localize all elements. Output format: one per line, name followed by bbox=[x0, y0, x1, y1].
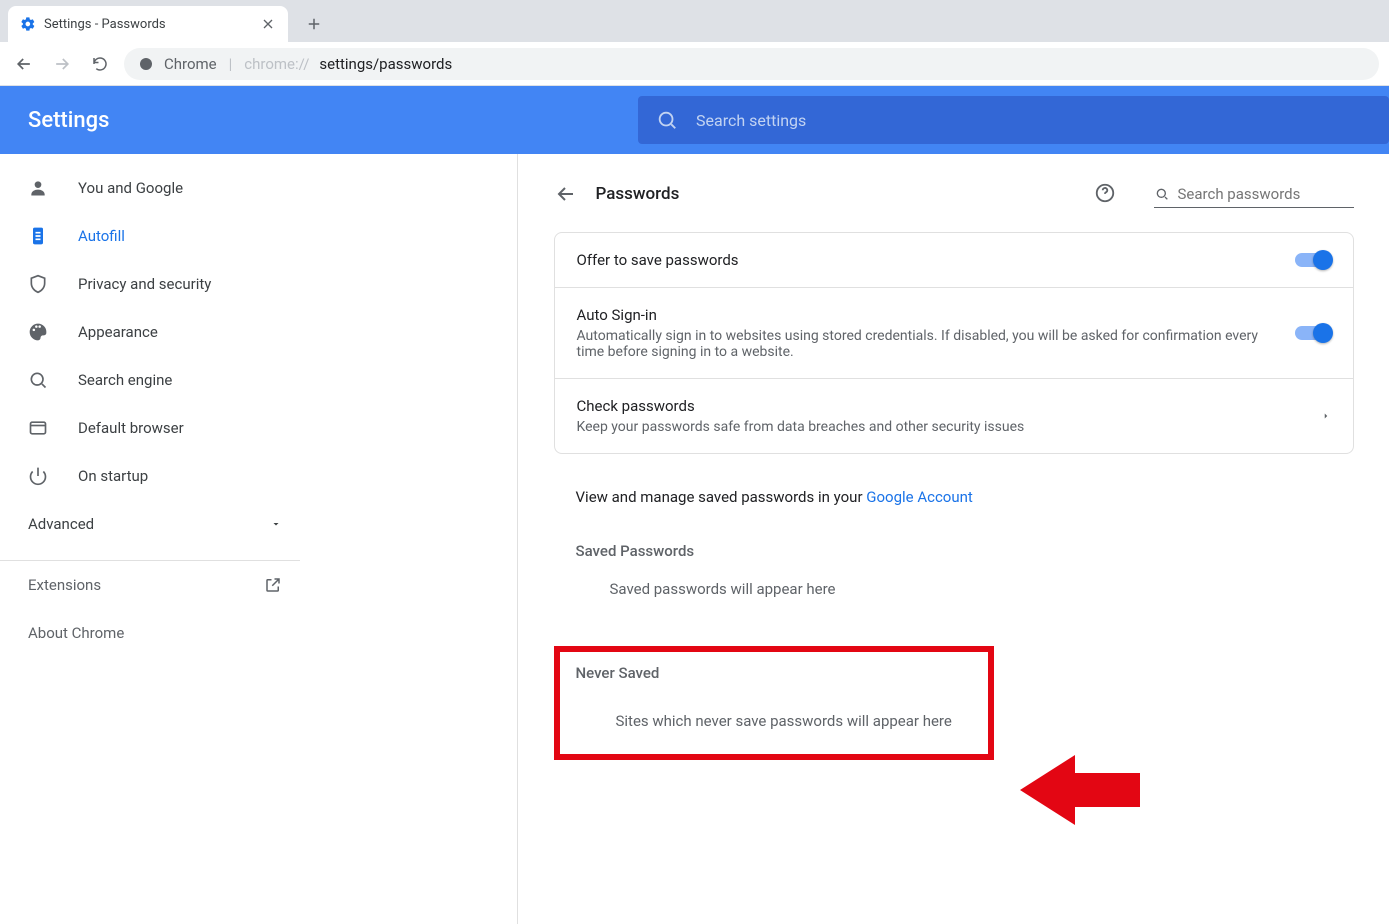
annotation-arrow bbox=[1020, 745, 1140, 835]
chevron-right-icon bbox=[1321, 411, 1331, 421]
search-icon bbox=[1154, 186, 1170, 202]
page-title: Settings bbox=[28, 108, 148, 133]
omnibox-path: settings/passwords bbox=[319, 55, 452, 73]
sidebar-item-autofill[interactable]: Autofill bbox=[0, 212, 517, 260]
sidebar-item-on-startup[interactable]: On startup bbox=[0, 452, 517, 500]
sidebar-item-you-and-google[interactable]: You and Google bbox=[0, 164, 517, 212]
settings-search-input[interactable] bbox=[696, 111, 1371, 130]
offer-label: Offer to save passwords bbox=[577, 251, 1279, 269]
omnibox-prefix: Chrome bbox=[164, 55, 217, 73]
settings-card: Offer to save passwords Auto Sign-in Aut… bbox=[554, 232, 1354, 454]
sidebar-item-about[interactable]: About Chrome bbox=[0, 609, 300, 657]
sidebar-label: On startup bbox=[78, 467, 148, 485]
never-saved-empty: Sites which never save passwords will ap… bbox=[576, 712, 972, 730]
check-sub: Keep your passwords safe from data breac… bbox=[577, 419, 1305, 435]
address-bar[interactable]: Chrome | chrome:// settings/passwords bbox=[124, 48, 1379, 80]
row-auto-signin: Auto Sign-in Automatically sign in to we… bbox=[555, 288, 1353, 379]
sidebar-label: You and Google bbox=[78, 179, 183, 197]
row-offer-save: Offer to save passwords bbox=[555, 233, 1353, 288]
tab-title: Settings - Passwords bbox=[44, 17, 252, 32]
sidebar-label: Appearance bbox=[78, 323, 158, 341]
browser-icon bbox=[28, 418, 48, 438]
tab-strip: Settings - Passwords bbox=[0, 0, 1389, 42]
browser-toolbar: Chrome | chrome:// settings/passwords bbox=[0, 42, 1389, 86]
main-content: Passwords Offer to save passwords Auto S… bbox=[518, 154, 1389, 924]
chrome-icon bbox=[138, 56, 154, 72]
offer-toggle[interactable] bbox=[1295, 253, 1331, 267]
sidebar-label: Autofill bbox=[78, 227, 125, 245]
extensions-label: Extensions bbox=[28, 576, 101, 594]
sidebar-label: Search engine bbox=[78, 371, 172, 389]
new-tab-button[interactable] bbox=[300, 10, 328, 38]
power-icon bbox=[28, 466, 48, 486]
sidebar: You and Google Autofill Privacy and secu… bbox=[0, 154, 518, 924]
autosignin-sub: Automatically sign in to websites using … bbox=[577, 328, 1279, 360]
passwords-search[interactable] bbox=[1154, 181, 1354, 208]
saved-passwords-title: Saved Passwords bbox=[554, 542, 1354, 560]
never-saved-highlight: Never Saved Sites which never save passw… bbox=[554, 646, 994, 760]
passwords-search-input[interactable] bbox=[1178, 185, 1377, 203]
sidebar-item-appearance[interactable]: Appearance bbox=[0, 308, 517, 356]
autosignin-toggle[interactable] bbox=[1295, 326, 1331, 340]
saved-passwords-empty: Saved passwords will appear here bbox=[554, 560, 1354, 618]
forward-button[interactable] bbox=[48, 50, 76, 78]
close-icon[interactable] bbox=[260, 16, 276, 32]
search-icon bbox=[656, 109, 678, 131]
view-prefix: View and manage saved passwords in your bbox=[576, 488, 867, 506]
reload-button[interactable] bbox=[86, 50, 114, 78]
row-check-passwords[interactable]: Check passwords Keep your passwords safe… bbox=[555, 379, 1353, 453]
about-label: About Chrome bbox=[28, 624, 124, 642]
palette-icon bbox=[28, 322, 48, 342]
settings-search[interactable] bbox=[638, 96, 1389, 144]
sidebar-label: Privacy and security bbox=[78, 275, 211, 293]
sidebar-item-extensions[interactable]: Extensions bbox=[0, 561, 300, 609]
search-icon bbox=[28, 370, 48, 390]
sidebar-label: Default browser bbox=[78, 419, 184, 437]
omnibox-scheme: chrome:// bbox=[244, 55, 309, 73]
external-icon bbox=[264, 576, 282, 594]
page-head: Passwords bbox=[554, 174, 1354, 214]
help-icon[interactable] bbox=[1094, 182, 1118, 206]
row-google-account: View and manage saved passwords in your … bbox=[554, 478, 1354, 514]
never-saved-title: Never Saved bbox=[576, 664, 972, 682]
clipboard-icon bbox=[28, 226, 48, 246]
autosignin-label: Auto Sign-in bbox=[577, 306, 1279, 324]
back-button[interactable] bbox=[10, 50, 38, 78]
sidebar-item-default-browser[interactable]: Default browser bbox=[0, 404, 517, 452]
settings-header: Settings bbox=[0, 86, 1389, 154]
section-title: Passwords bbox=[596, 184, 1076, 204]
advanced-label: Advanced bbox=[28, 515, 94, 533]
omnibox-divider: | bbox=[227, 55, 235, 73]
browser-tab[interactable]: Settings - Passwords bbox=[8, 6, 288, 42]
sidebar-item-privacy[interactable]: Privacy and security bbox=[0, 260, 517, 308]
gear-icon bbox=[20, 16, 36, 32]
check-label: Check passwords bbox=[577, 397, 1305, 415]
google-account-link[interactable]: Google Account bbox=[866, 488, 973, 506]
sidebar-item-search-engine[interactable]: Search engine bbox=[0, 356, 517, 404]
person-icon bbox=[28, 178, 48, 198]
sidebar-item-advanced[interactable]: Advanced bbox=[0, 500, 300, 548]
shield-icon bbox=[28, 274, 48, 294]
chevron-down-icon bbox=[270, 518, 282, 530]
back-button[interactable] bbox=[554, 182, 578, 206]
